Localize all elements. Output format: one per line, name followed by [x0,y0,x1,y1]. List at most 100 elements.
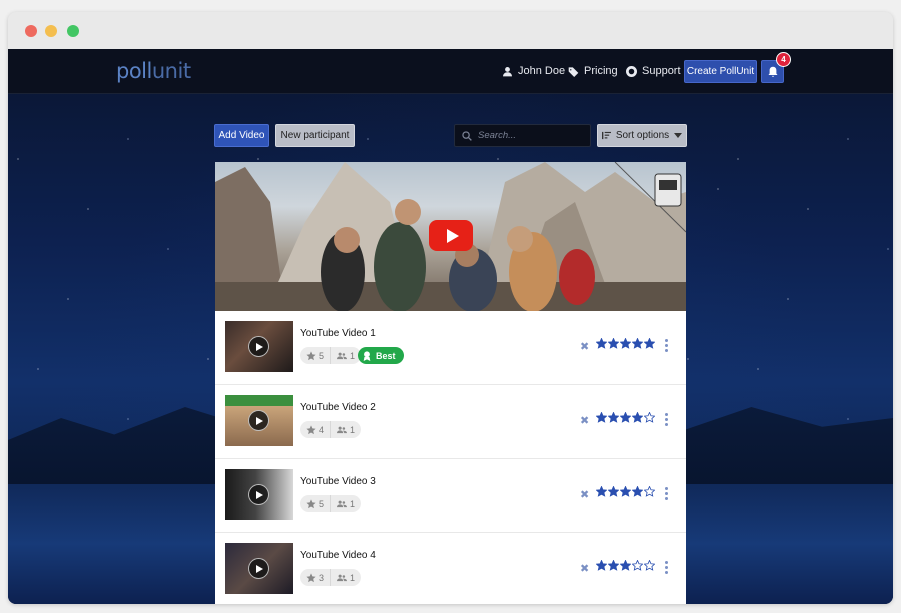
sort-icon [601,131,611,140]
clear-rating-icon[interactable]: ✖ [580,340,589,353]
page-viewport: pollunit John Doe Pricing Support Create… [8,49,893,604]
new-participant-button[interactable]: New participant [275,124,355,147]
lifebuoy-icon [626,65,637,77]
star-filled-icon[interactable] [620,338,631,349]
tag-icon [568,66,579,77]
video-title[interactable]: YouTube Video 4 [300,550,376,561]
top-navbar: pollunit John Doe Pricing Support Create… [8,49,893,94]
star-filled-icon[interactable] [608,560,619,571]
sort-options-button[interactable]: Sort options [597,124,687,147]
notification-count-badge: 4 [776,52,791,67]
star-filled-icon[interactable] [608,412,619,423]
rating-count-value: 3 [319,572,325,583]
participant-count-value: 1 [350,572,356,583]
create-pollunit-button[interactable]: Create PollUnit [684,60,757,83]
medal-icon [363,350,371,361]
rating-count: 5 [300,347,330,364]
star-filled-icon[interactable] [608,486,619,497]
best-badge: Best [358,347,404,364]
star-filled-icon[interactable] [620,560,631,571]
clear-rating-icon[interactable]: ✖ [580,414,589,427]
video-title[interactable]: YouTube Video 1 [300,328,376,339]
more-options-icon[interactable] [665,487,668,500]
clear-rating-icon[interactable]: ✖ [580,488,589,501]
star-empty-icon[interactable] [644,486,655,497]
video-thumbnail[interactable] [225,543,293,594]
participant-count-value: 1 [350,424,356,435]
video-thumbnail[interactable] [225,321,293,372]
video-title[interactable]: YouTube Video 2 [300,402,376,413]
search-box [454,124,591,147]
video-title[interactable]: YouTube Video 3 [300,476,376,487]
best-label: Best [376,350,396,361]
support-link[interactable]: Support [626,65,681,77]
star-filled-icon[interactable] [620,412,631,423]
video-thumbnail[interactable] [225,395,293,446]
star-filled-icon[interactable] [632,486,643,497]
rating-count: 3 [300,569,330,586]
video-row[interactable]: YouTube Video 1 5 1 Best ✖ [215,311,686,385]
star-rating[interactable] [596,412,655,423]
rating-count-value: 5 [319,498,325,509]
play-icon[interactable] [248,410,269,431]
users-icon [337,352,348,359]
star-filled-icon[interactable] [608,338,619,349]
star-filled-icon[interactable] [632,338,643,349]
video-row[interactable]: YouTube Video 4 3 1 ✖ [215,533,686,604]
star-filled-icon[interactable] [596,486,607,497]
star-filled-icon[interactable] [632,412,643,423]
close-window-button[interactable] [25,25,37,37]
video-thumbnail[interactable] [225,469,293,520]
video-row[interactable]: YouTube Video 3 5 1 ✖ [215,459,686,533]
star-filled-icon[interactable] [596,338,607,349]
rating-count-value: 4 [319,424,325,435]
star-icon [306,498,316,508]
search-input[interactable] [478,130,578,141]
star-empty-icon[interactable] [644,560,655,571]
participant-count-value: 1 [350,498,356,509]
participant-count: 1 [330,569,361,586]
add-video-button[interactable]: Add Video [214,124,269,147]
star-filled-icon[interactable] [596,412,607,423]
star-filled-icon[interactable] [644,338,655,349]
user-icon [503,66,512,76]
star-rating[interactable] [596,560,655,571]
title-bar [8,12,893,49]
more-options-icon[interactable] [665,339,668,352]
rating-count: 5 [300,495,330,512]
more-options-icon[interactable] [665,561,668,574]
maximize-window-button[interactable] [67,25,79,37]
pricing-link[interactable]: Pricing [568,65,618,77]
clear-rating-icon[interactable]: ✖ [580,562,589,575]
star-empty-icon[interactable] [644,412,655,423]
star-filled-icon[interactable] [620,486,631,497]
video-row[interactable]: YouTube Video 2 4 1 ✖ [215,385,686,459]
more-options-icon[interactable] [665,413,668,426]
featured-video-player[interactable] [215,162,686,311]
play-icon[interactable] [248,336,269,357]
minimize-window-button[interactable] [45,25,57,37]
pricing-label: Pricing [584,65,618,77]
star-empty-icon[interactable] [632,560,643,571]
play-icon[interactable] [248,558,269,579]
star-rating[interactable] [596,486,655,497]
support-label: Support [642,65,681,77]
video-list-panel: YouTube Video 1 5 1 Best ✖ YouTube Video… [215,162,686,604]
rating-count: 4 [300,421,330,438]
participant-count: 1 [330,421,361,438]
logo-text-poll: poll [116,59,152,83]
user-menu-link[interactable]: John Doe [502,65,565,77]
video-stats: 4 1 [300,421,362,438]
star-rating[interactable] [596,338,655,349]
youtube-play-icon[interactable] [429,220,473,251]
star-icon [306,572,316,582]
play-icon[interactable] [248,484,269,505]
bell-icon [768,66,777,77]
star-filled-icon[interactable] [596,560,607,571]
star-icon [306,424,316,434]
pollunit-logo[interactable]: pollunit [116,59,191,83]
users-icon [337,574,348,581]
users-icon [337,426,348,433]
video-stats: 3 1 [300,569,362,586]
users-icon [337,500,348,507]
